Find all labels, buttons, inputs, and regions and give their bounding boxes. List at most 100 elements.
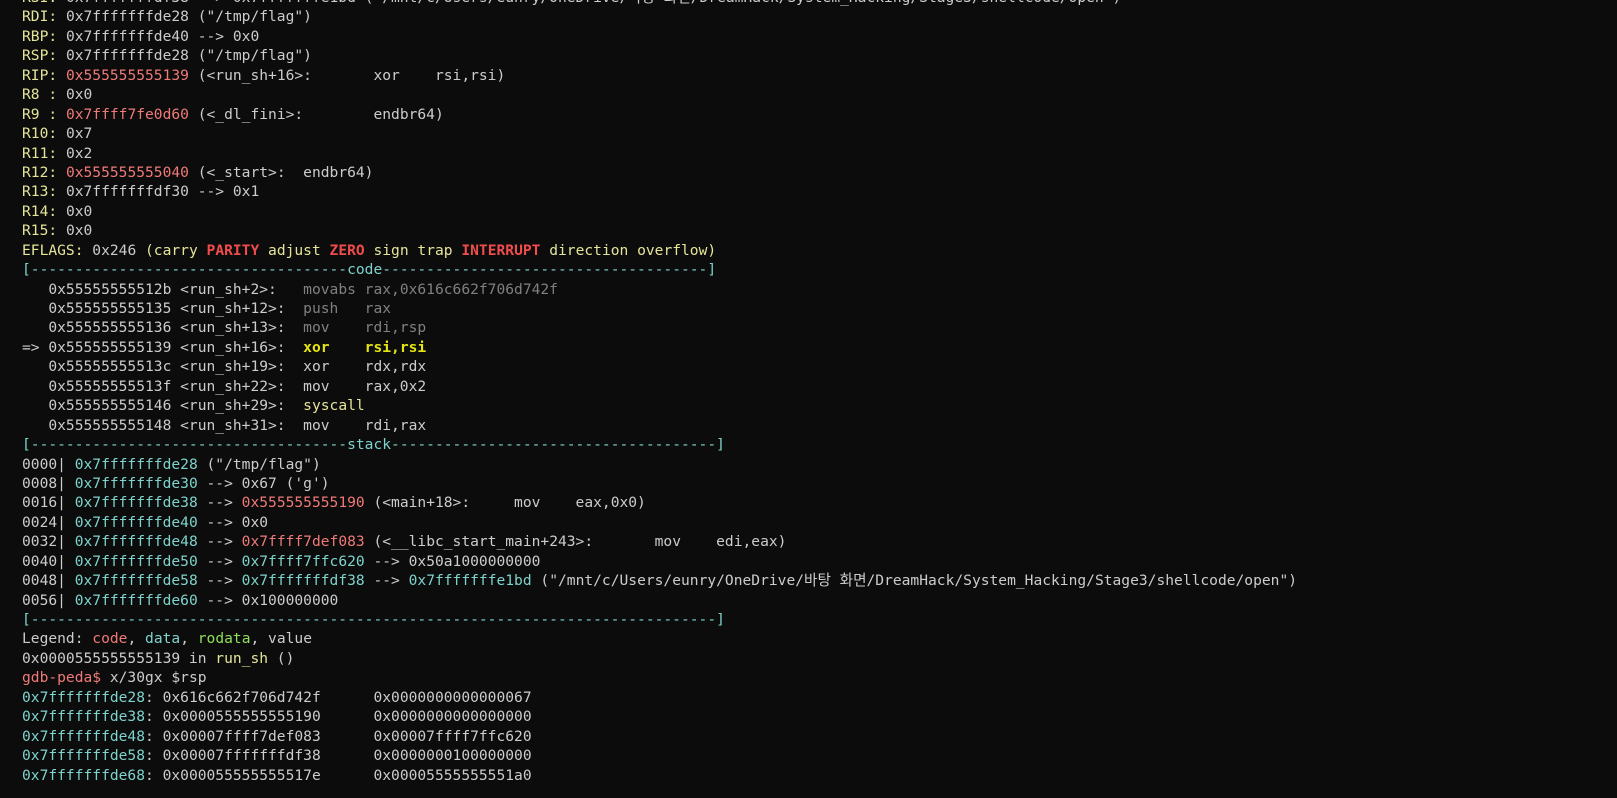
terminal-line: gdb-peda$ x/30gx $rsp [22,668,1297,687]
terminal-line: 0x7fffffffde48: 0x00007ffff7def083 0x000… [22,727,1297,746]
terminal-text: : 0x0000555555555190 0x0000000000000000 [145,708,532,726]
terminal-line: [---------------------------------------… [22,610,1297,629]
terminal-line: R8 : 0x0 [22,85,1297,104]
terminal-text: 0024| [22,513,75,531]
terminal-text: run_sh [215,649,269,667]
terminal-text: 0x7ffff7def083 [241,533,365,551]
terminal-text: 0x7ffff7fe0d60 [65,105,189,123]
terminal-text: RSI: [22,0,66,6]
terminal-text: xor rsi,rsi [303,338,427,356]
terminal-text: R11: [22,144,66,162]
terminal-text: R8 : [22,86,66,104]
terminal-line: RIP: 0x555555555139 (<run_sh+16>: xor rs… [22,66,1297,85]
terminal-text: 0x0 [65,86,93,104]
terminal-text: RDI: [22,8,66,26]
terminal-text: (<_start>: endbr64) [188,163,374,181]
terminal-text: x/30gx $rsp [101,669,207,687]
terminal-line: 0016| 0x7fffffffde38 --> 0x555555555190 … [22,493,1297,512]
terminal-text: PARITY [206,241,260,259]
terminal-text: , value [250,630,312,648]
terminal-line: 0x555555555135 <run_sh+12>: push rax [22,299,1297,318]
terminal-line: 0x0000555555555139 in run_sh () [22,649,1297,668]
terminal-line: R12: 0x555555555040 (<_start>: endbr64) [22,163,1297,182]
terminal-text: ZERO [329,241,365,259]
terminal-text: 0032| [22,533,75,551]
terminal-text: 0008| [22,474,75,492]
terminal-text: R15: [22,222,66,240]
terminal-text: 0x55555555513c <run_sh+19>: xor rdx,rdx [22,358,427,376]
terminal-text: push rax [303,300,392,317]
terminal-text: gdb-peda$ [22,669,102,687]
terminal-text: --> [197,552,242,570]
terminal-output: RSI: 0x7fffffffdf38 --> 0x7fffffffe1bd (… [22,0,1297,785]
terminal-text: EFLAGS: [22,241,93,259]
terminal-line: 0024| 0x7fffffffde40 --> 0x0 [22,513,1297,532]
terminal-text: 0048| [22,572,75,590]
terminal-text: --> 0x0 [197,513,269,531]
terminal-text: adjust [259,241,330,259]
terminal-line: 0048| 0x7fffffffde58 --> 0x7fffffffdf38 … [22,571,1297,590]
terminal-text: 0x7fffffffde58 [74,572,198,590]
terminal-text: 0x555555555148 <run_sh+31>: mov rdi,rax [22,416,427,434]
terminal-line: 0x555555555146 <run_sh+29>: syscall [22,396,1297,415]
terminal-text: 0x55555555512b <run_sh+2>: [22,280,304,298]
terminal-text: 0x7fffffffde28 [22,688,146,706]
terminal-line: 0008| 0x7fffffffde30 --> 0x67 ('g') [22,474,1297,493]
terminal-text: => 0x555555555139 <run_sh+16>: [22,338,304,356]
terminal-line: 0040| 0x7fffffffde50 --> 0x7ffff7ffc620 … [22,552,1297,571]
terminal-text: --> [197,533,242,551]
terminal-line: 0x55555555512b <run_sh+2>: movabs rax,0x… [22,280,1297,299]
terminal-text: R14: [22,202,66,220]
terminal-text: (<run_sh+16>: xor rsi,rsi) [188,66,506,84]
terminal-text: Legend: [22,630,93,648]
terminal-line: EFLAGS: 0x246 (carry PARITY adjust ZERO … [22,241,1297,260]
terminal-text: 0x7fffffffde38 [22,708,146,726]
terminal-line: R14: 0x0 [22,202,1297,221]
terminal-text: 0x246 [92,241,146,259]
terminal-line: 0x55555555513f <run_sh+22>: mov rax,0x2 [22,377,1297,396]
terminal-text: [------------------------------------ [22,436,348,454]
terminal-line: RBP: 0x7fffffffde40 --> 0x0 [22,27,1297,46]
terminal-text: 0x7fffffffde28 ("/tmp/flag") [65,8,312,26]
terminal-text: R12: [22,163,66,181]
terminal-text: (<main+18>: mov eax,0x0) [364,494,646,512]
terminal-text: INTERRUPT [461,241,541,259]
terminal-text: R10: [22,125,66,143]
terminal-text: sign trap [364,241,462,259]
terminal-text: movabs rax,0x616c662f706d742f [303,280,558,298]
terminal-text: 0x7fffffffde40 [74,513,198,531]
terminal-line: Legend: code, data, rodata, value [22,629,1297,648]
terminal-text: 0x7fffffffde50 [74,552,198,570]
terminal-text: 0000| [22,455,75,473]
terminal-text: --> 0x50a1000000000 [364,552,541,570]
terminal-text: 0x0 [65,202,93,220]
terminal-text: , [127,630,146,648]
terminal-text: 0x7fffffffde48 [22,727,146,745]
terminal-text: ("/mnt/c/Users/eunry/OneDrive/바탕 화면/Drea… [531,572,1298,590]
terminal-line: 0x7fffffffde58: 0x00007fffffffdf38 0x000… [22,746,1297,765]
terminal-window[interactable]: RSI: 0x7fffffffdf38 --> 0x7fffffffe1bd (… [0,0,1617,798]
terminal-text: mov rdi,rsp [303,319,427,337]
terminal-line: 0x55555555513c <run_sh+19>: xor rdx,rdx [22,357,1297,376]
terminal-line: R11: 0x2 [22,144,1297,163]
terminal-text: 0x7fffffffde30 [74,474,198,492]
terminal-text: -------------------------------------] [382,261,717,279]
terminal-line: R13: 0x7fffffffdf30 --> 0x1 [22,182,1297,201]
terminal-text: code [92,630,128,648]
terminal-text: 0x7fffffffdf38 [241,572,365,590]
terminal-text: 0x7fffffffde28 ("/tmp/flag") [65,47,312,65]
terminal-line: 0x7fffffffde28: 0x616c662f706d742f 0x000… [22,688,1297,707]
terminal-line: 0x7fffffffde68: 0x000055555555517e 0x000… [22,766,1297,785]
terminal-text: 0x7fffffffe1bd [408,572,532,590]
terminal-text: () [268,649,295,667]
terminal-text: RBP: [22,27,66,45]
terminal-text: 0x7 [65,125,93,143]
terminal-text: 0x7fffffffde58 [22,747,146,765]
terminal-text: 0x7fffffffde40 --> 0x0 [65,27,260,45]
terminal-line: 0x7fffffffde38: 0x0000555555555190 0x000… [22,707,1297,726]
terminal-text: 0x7fffffffde68 [22,766,146,784]
terminal-line: [------------------------------------cod… [22,260,1297,279]
terminal-text: RSP: [22,47,66,65]
terminal-text: --> [197,572,242,590]
terminal-line: RSP: 0x7fffffffde28 ("/tmp/flag") [22,46,1297,65]
